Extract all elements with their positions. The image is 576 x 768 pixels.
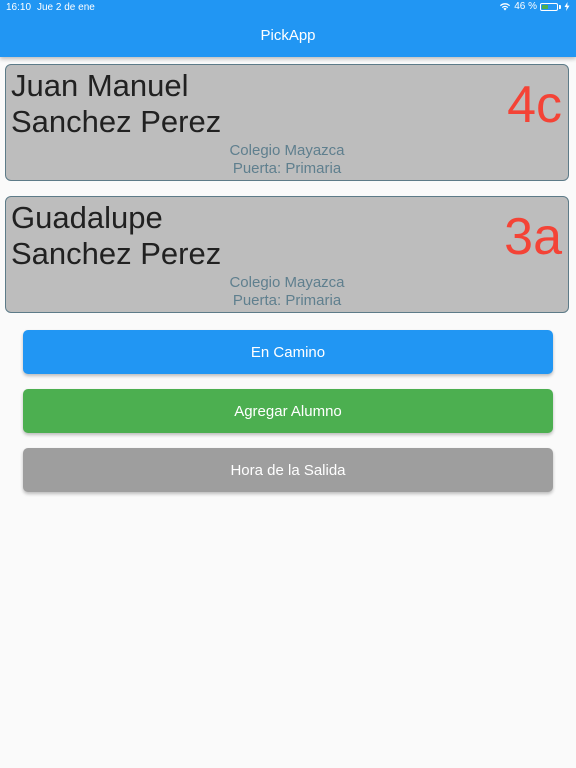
student-card[interactable]: Guadalupe Sanchez Perez 3a Colegio Mayaz… <box>5 196 569 313</box>
student-grade: 3a <box>504 208 562 266</box>
student-gate: Puerta: Primaria <box>232 292 342 309</box>
app-title: PickApp <box>260 27 316 44</box>
battery-icon <box>540 2 558 11</box>
bolt-icon <box>564 2 570 11</box>
on-way-button[interactable]: En Camino <box>23 330 553 374</box>
student-school: Colegio Mayazca <box>229 142 345 159</box>
app-bar: 16:10 Jue 2 de ene 46 % PickApp <box>0 0 576 57</box>
add-student-button[interactable]: Agregar Alumno <box>23 389 553 433</box>
departure-time-button[interactable]: Hora de la Salida <box>23 448 553 492</box>
battery-nub <box>559 4 561 9</box>
student-school: Colegio Mayazca <box>229 274 345 291</box>
status-bar: 16:10 Jue 2 de ene 46 % <box>0 0 576 16</box>
student-grade: 4c <box>507 76 562 134</box>
student-gate: Puerta: Primaria <box>232 160 342 177</box>
battery-percent: 46 % <box>514 1 537 12</box>
student-name: Juan Manuel Sanchez Perez <box>11 68 222 139</box>
status-time: 16:10 <box>6 2 32 13</box>
status-date: Jue 2 de ene <box>37 2 95 13</box>
student-card[interactable]: Juan Manuel Sanchez Perez 4c Colegio May… <box>5 64 569 181</box>
status-right: 46 % <box>499 1 570 12</box>
wifi-icon <box>500 3 511 11</box>
student-name: Guadalupe Sanchez Perez <box>11 200 222 271</box>
battery-level-fill <box>542 4 548 9</box>
